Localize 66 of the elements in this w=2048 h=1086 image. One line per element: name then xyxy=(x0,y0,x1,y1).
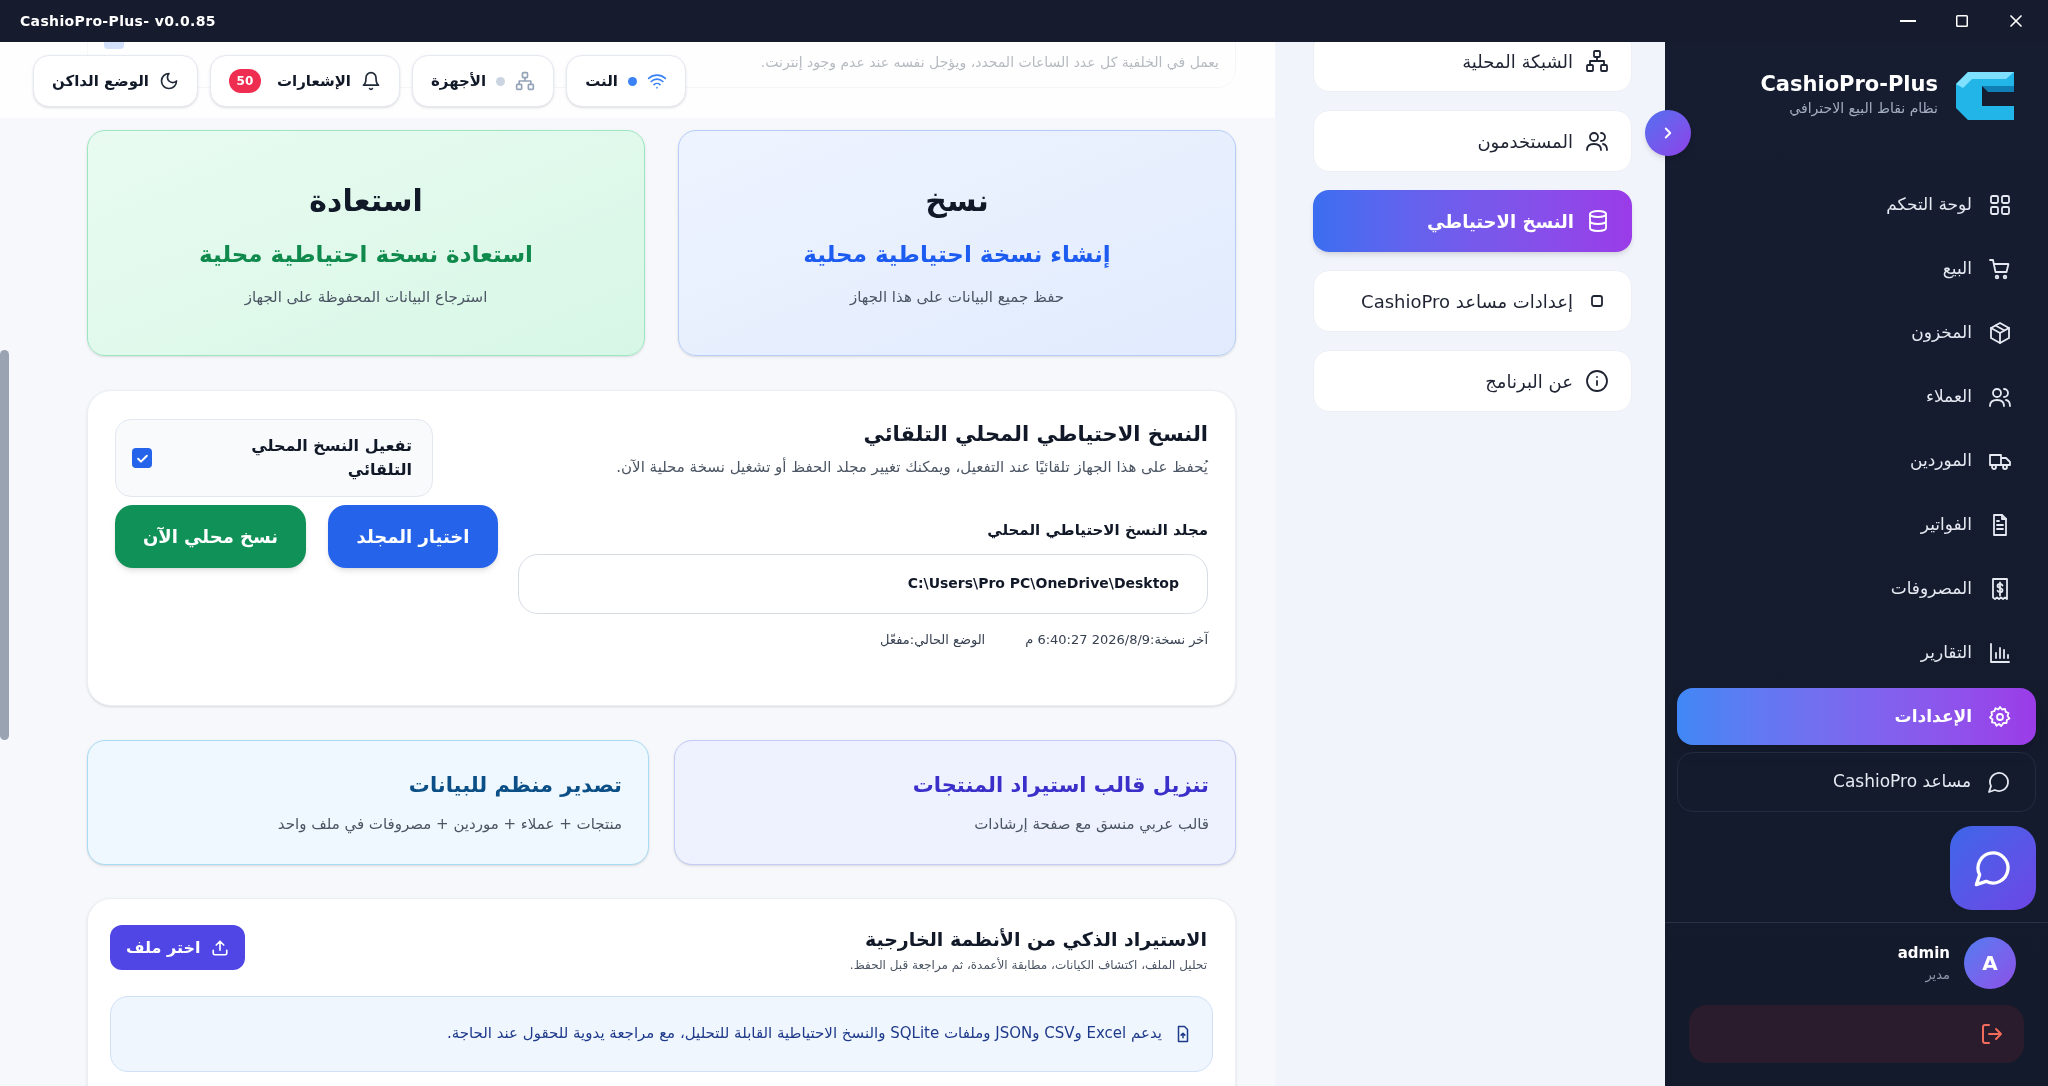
auto-backup-toggle[interactable]: تفعيل النسخ المحلي التلقائي xyxy=(115,419,433,497)
field-label: مجلد النسخ الاحتياطي المحلي xyxy=(986,520,1208,541)
user-name: admin xyxy=(1897,943,1950,964)
logo-icon xyxy=(1954,70,2016,122)
chat-button[interactable] xyxy=(1950,826,2036,910)
nav-item[interactable]: البيع xyxy=(1677,240,2036,297)
app-name: CashioPro-Plus xyxy=(1760,71,1938,98)
users-icon xyxy=(1585,129,1609,153)
status-chip[interactable]: النت xyxy=(566,55,686,107)
section-title: النسخ الاحتياطي المحلي التلقائي xyxy=(862,421,1208,448)
settings-menu-item[interactable]: عن البرنامج xyxy=(1313,350,1632,412)
logout-icon xyxy=(1980,1022,2004,1046)
section-description: تحليل الملف، اكتشاف الكيانات، مطابقة الأعمدة، ثم مراجعة قبل الحفظ. xyxy=(849,956,1207,974)
current-state-text: الوضع الحالي:مفعّل xyxy=(880,630,986,649)
restore-card[interactable]: استعادة استعادة نسخة احتياطية محلية استرجاع البيانات المحفوظة على الجهاز xyxy=(87,130,645,356)
info-icon xyxy=(1585,369,1609,393)
moon-icon xyxy=(158,71,179,91)
folder-path-field[interactable]: C:\Users\Pro PC\OneDrive\Desktop xyxy=(518,553,1208,614)
checkbox[interactable] xyxy=(132,448,152,468)
box-icon xyxy=(1988,320,2012,345)
user-avatar: A xyxy=(1964,937,2016,989)
cart-icon xyxy=(1988,256,2012,281)
user-role: مدير xyxy=(1924,965,1950,984)
template-download-card[interactable]: تنزيل قالب استيراد المنتجات قالب عربي منسق مع صفحة إرشادات xyxy=(674,740,1236,865)
settings-icon xyxy=(1988,704,2012,729)
grid-icon xyxy=(1988,192,2012,217)
nav-item[interactable]: الفواتير xyxy=(1677,496,2036,553)
nav-item[interactable]: العملاء xyxy=(1677,368,2036,425)
upload-icon xyxy=(210,938,229,957)
bell-icon xyxy=(360,71,381,91)
window-title: CashioPro-Plus- v0.0.85 xyxy=(20,11,216,31)
last-backup-text: آخر نسخة:2026/8/9 6:40:27 م xyxy=(1025,630,1208,649)
backup-now-button[interactable]: نسخ محلي الآن xyxy=(115,505,306,568)
app-subtitle: نظام نقاط البيع الاحترافي xyxy=(1788,99,1938,119)
nav-item[interactable]: التقارير xyxy=(1677,624,2036,681)
settings-menu-item[interactable]: المستخدمون xyxy=(1313,110,1632,172)
network-icon xyxy=(515,71,536,91)
chat-icon xyxy=(1987,770,2011,794)
minimize-icon xyxy=(1900,20,1916,22)
backup-card[interactable]: نسخ إنشاء نسخة احتياطية محلية حفظ جميع البيانات على هذا الجهاز xyxy=(678,130,1236,356)
database-icon xyxy=(1586,209,1610,233)
settings-menu-item[interactable]: إعدادات مساعد CashioPro xyxy=(1313,270,1632,332)
chat-icon xyxy=(1973,848,2013,888)
wifi-icon xyxy=(646,71,667,91)
choose-folder-button[interactable]: اختيار المجلد xyxy=(328,505,498,568)
choose-file-button[interactable]: اختر ملف xyxy=(110,925,245,970)
card-description: يعمل في الخلفية كل عدد الساعات المحدد، ويؤجل نفسه عند عدم وجود إنترنت. xyxy=(760,53,1219,73)
status-chip[interactable]: الأجهزة xyxy=(411,55,555,107)
nav-item[interactable]: مساعد CashioPro xyxy=(1677,752,2036,812)
settings-menu-item[interactable]: الشبكة المحلية xyxy=(1313,42,1632,92)
info-text: يدعم Excel وCSV وJSON وملفات SQLite والنسخ الاحتياطية القابلة للتحليل، مع مراجعة يدوية للحقول عند الحاجة. xyxy=(446,1023,1162,1045)
nav-item[interactable]: المصروفات xyxy=(1677,560,2036,617)
nav-item[interactable]: الإعدادات xyxy=(1677,688,2036,745)
nav-item[interactable]: الموردين xyxy=(1677,432,2036,489)
nav-item[interactable]: المخزون xyxy=(1677,304,2036,361)
scrollbar-thumb[interactable] xyxy=(0,350,9,740)
network-icon xyxy=(1585,49,1609,73)
maximize-icon xyxy=(1953,12,1971,30)
section-title: الاستيراد الذكي من الأنظمة الخارجية xyxy=(863,927,1207,953)
export-card[interactable]: تصدير منظم للبيانات منتجات + عملاء + موردين + مصروفات في ملف واحد xyxy=(87,740,649,865)
settings-menu-item[interactable]: النسخ الاحتياطي xyxy=(1313,190,1632,252)
section-description: يُحفظ على هذا الجهاز تلقائيًا عند التفعيل، ويمكنك تغيير مجلد الحفظ أو تشغيل نسخة محلية الآن. xyxy=(615,456,1208,478)
status-chip[interactable]: الوضع الداكن xyxy=(33,55,198,107)
count-badge: 50 xyxy=(228,69,261,93)
bar-chart-icon xyxy=(1988,640,2012,665)
nav-item[interactable]: لوحة التحكم xyxy=(1677,176,2036,233)
